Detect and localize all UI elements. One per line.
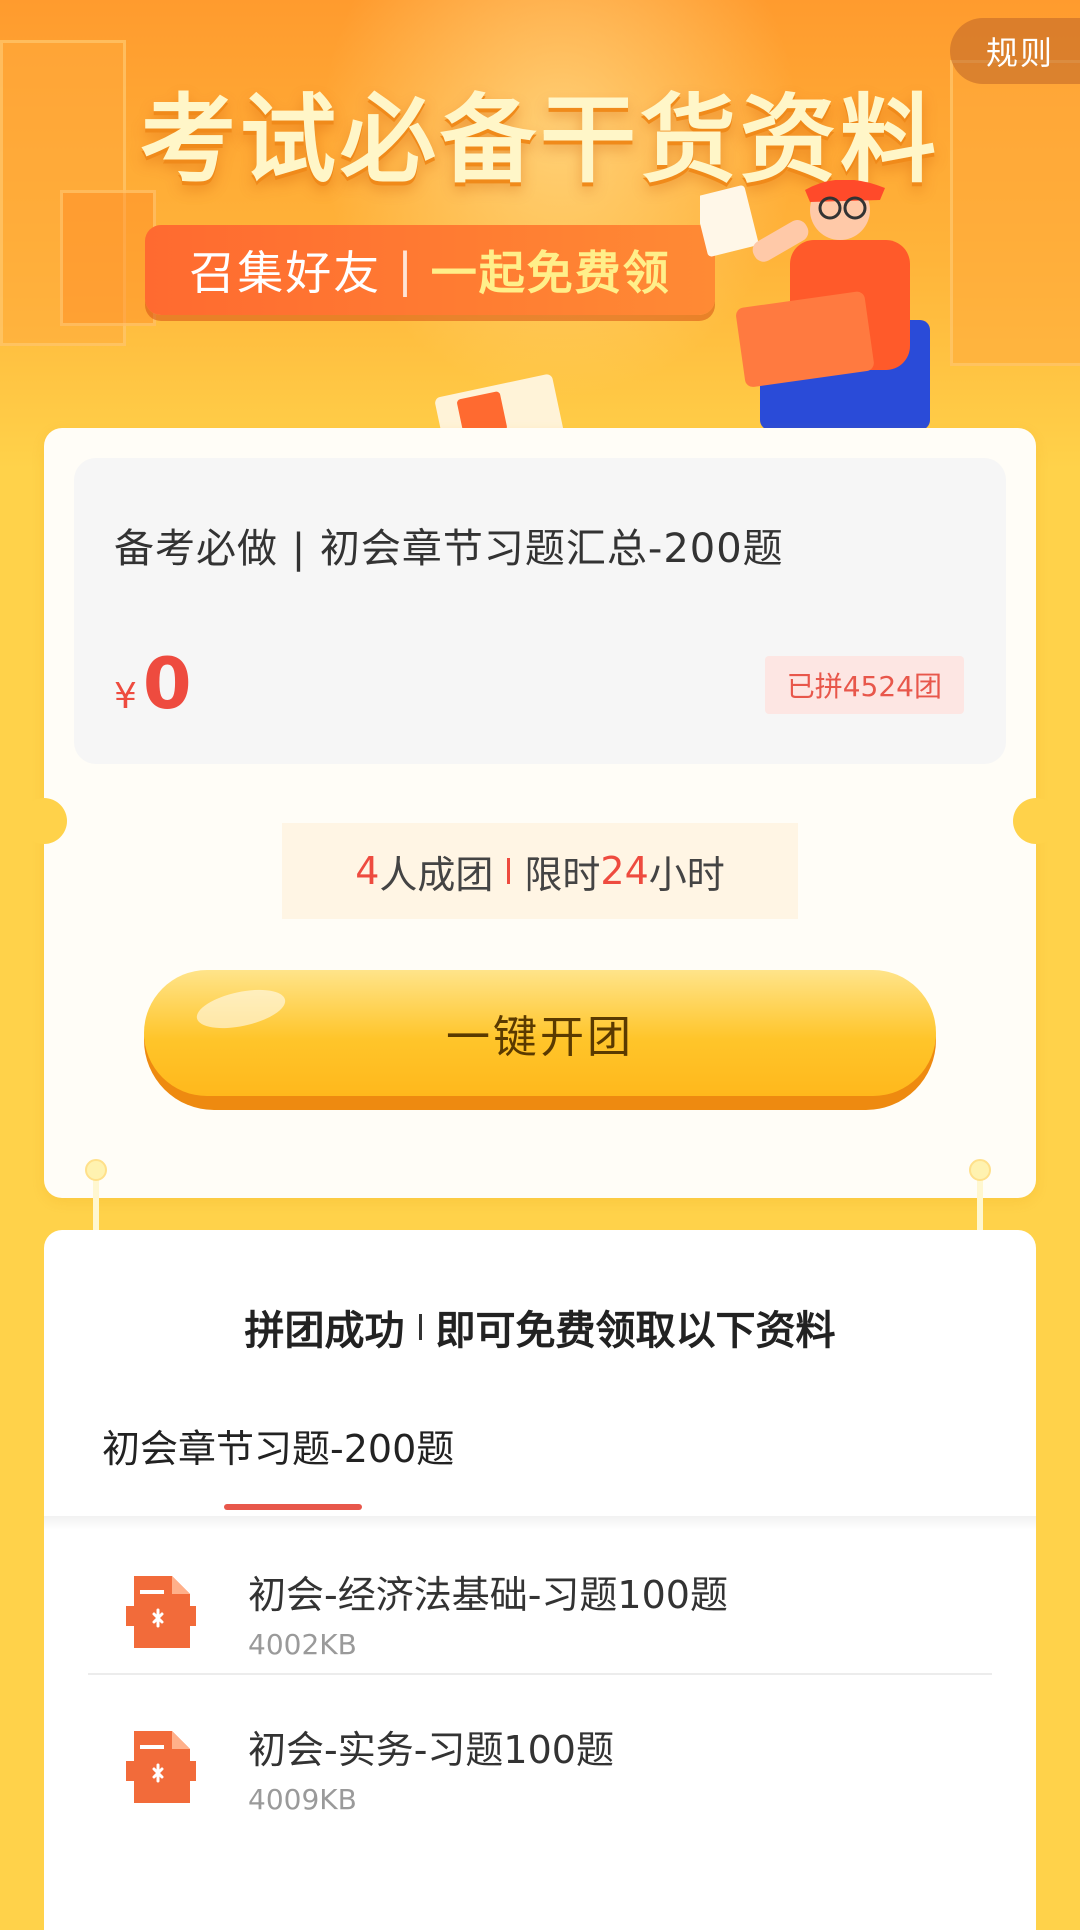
tab-divider (44, 1516, 1036, 1530)
group-size-number: 4 (355, 849, 380, 893)
bookshelf-decoration (60, 190, 156, 326)
materials-heading-right: 即可免费领取以下资料 (435, 1308, 836, 1354)
time-limit-number: 24 (600, 849, 649, 893)
card-notch (1013, 798, 1059, 844)
tab-chapter-exercises[interactable]: 初会章节习题-200题 (102, 1418, 454, 1473)
hero-subtitle: 召集好友 | 一起免费领 (145, 225, 715, 315)
subtitle-divider: | (397, 243, 415, 297)
pdf-file-icon (126, 1731, 196, 1803)
product-title: 备考必做 | 初会章节习题汇总-200题 (114, 526, 784, 572)
rules-button[interactable]: 规则 (950, 18, 1080, 84)
time-limit-prefix: 限时 (524, 852, 601, 897)
materials-heading: 拼团成功 即可免费领取以下资料 (44, 1298, 1036, 1356)
start-group-button[interactable]: 一键开团 (144, 970, 936, 1110)
group-rules-banner: 4 人成团 限时 24 小时 (282, 823, 798, 919)
materials-card: 拼团成功 即可免费领取以下资料 初会章节习题-200题 初会-经济法基础-习题1… (44, 1230, 1036, 1930)
list-divider (88, 1673, 992, 1675)
group-size-text: 人成团 (379, 852, 494, 897)
time-limit-suffix: 小时 (648, 852, 725, 897)
product-card: 备考必做 | 初会章节习题汇总-200题 ¥ 0 已拼4524团 4 人成团 限… (21, 428, 1059, 1198)
pdf-file-icon (126, 1576, 196, 1648)
hero-banner: 考试必备干货资料 召集好友 | 一起免费领 规则 (0, 0, 1080, 470)
file-name: 初会-实务-习题100题 (248, 1728, 614, 1772)
product-info-panel: 备考必做 | 初会章节习题汇总-200题 ¥ 0 已拼4524团 (74, 458, 1006, 764)
heading-divider (418, 1314, 422, 1340)
price-value: 0 (142, 643, 192, 725)
currency-symbol: ¥ (114, 676, 137, 717)
file-list-item[interactable]: 初会-实务-习题100题 4009KB (84, 1695, 996, 1845)
hero-subtitle-right: 一起免费领 (430, 246, 671, 300)
file-list-item[interactable]: 初会-经济法基础-习题100题 4002KB (84, 1540, 996, 1690)
materials-heading-left: 拼团成功 (244, 1308, 405, 1354)
rules-divider (507, 858, 511, 884)
file-size: 4009KB (248, 1783, 357, 1816)
bookshelf-decoration (950, 60, 1080, 366)
hero-subtitle-left: 召集好友 (189, 246, 382, 300)
active-tab-indicator (224, 1504, 362, 1510)
price: ¥ 0 (114, 643, 192, 725)
file-size: 4002KB (248, 1628, 357, 1661)
card-notch (21, 798, 67, 844)
student-illustration (700, 180, 930, 430)
group-count-badge: 已拼4524团 (764, 656, 964, 714)
file-name: 初会-经济法基础-习题100题 (248, 1573, 728, 1617)
